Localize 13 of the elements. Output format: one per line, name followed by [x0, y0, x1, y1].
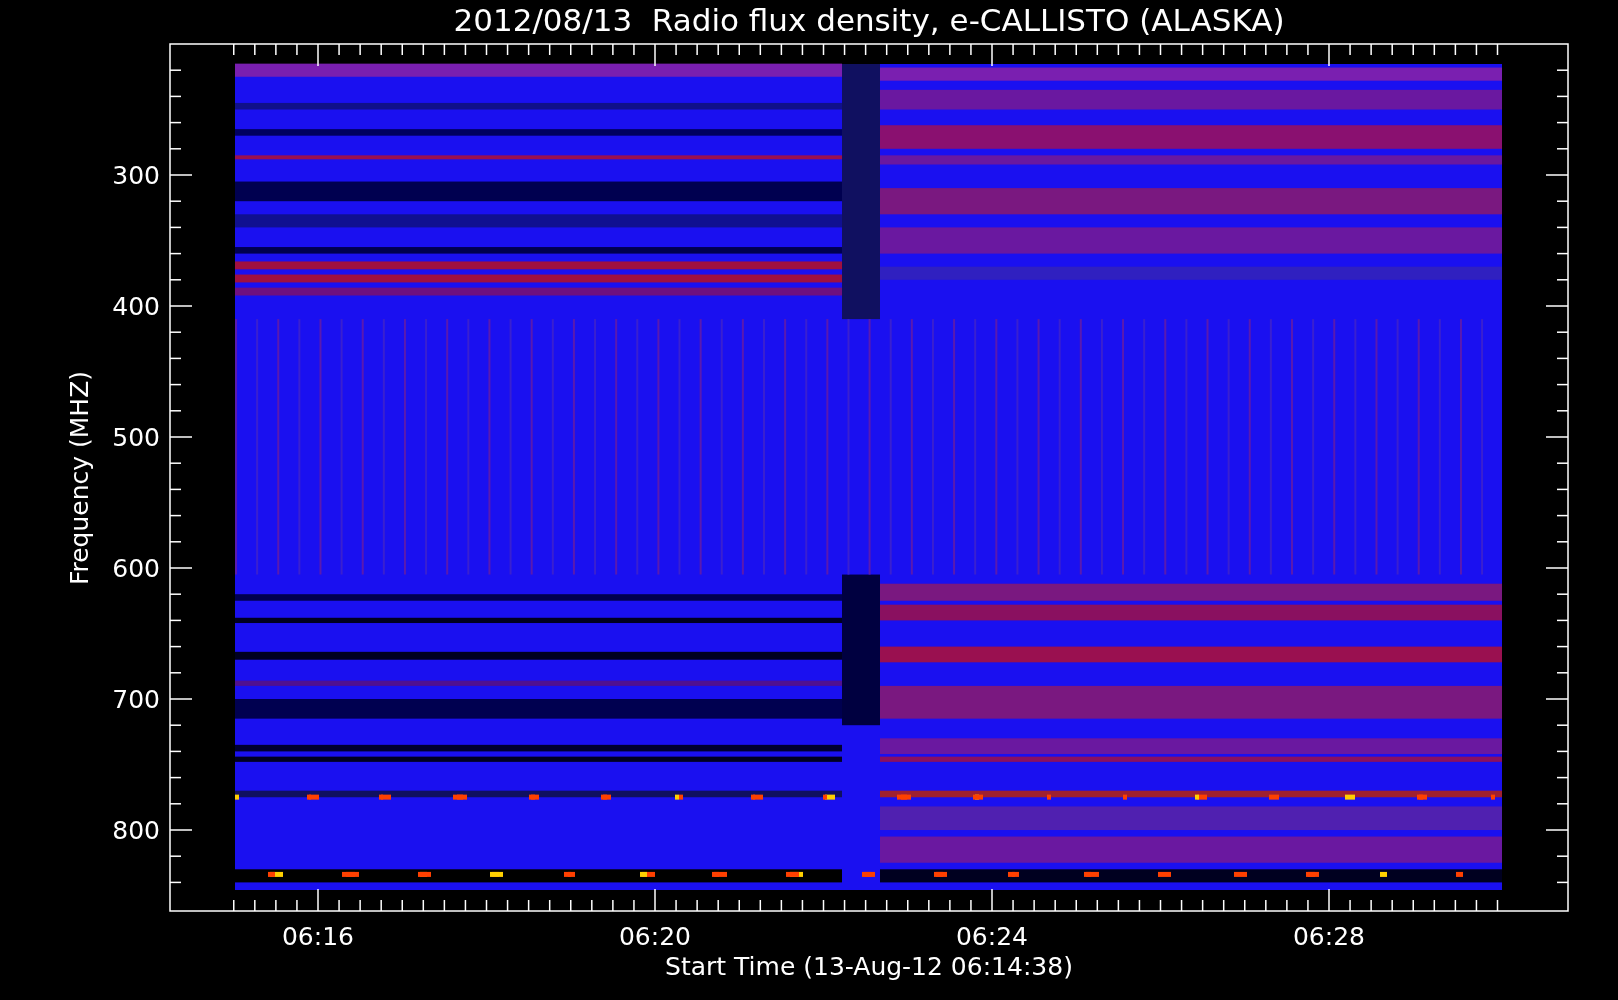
x-tick-label: 06:28	[1293, 922, 1365, 951]
x-tick-label: 06:20	[619, 922, 691, 951]
y-tick-label: 800	[112, 816, 160, 845]
y-tick-label: 400	[112, 292, 160, 321]
x-tick-label: 06:24	[956, 922, 1028, 951]
x-axis-label: Start Time (13-Aug-12 06:14:38)	[665, 952, 1073, 981]
y-tick-label: 700	[112, 685, 160, 714]
y-tick-label: 500	[112, 423, 160, 452]
y-axis-label: Frequency (MHZ)	[65, 370, 94, 586]
y-tick-label: 300	[112, 161, 160, 190]
y-tick-label: 600	[112, 554, 160, 583]
x-tick-label: 06:16	[282, 922, 354, 951]
chart-title: 2012/08/13 Radio flux density, e-CALLISTO (ALASKA)	[453, 2, 1285, 38]
